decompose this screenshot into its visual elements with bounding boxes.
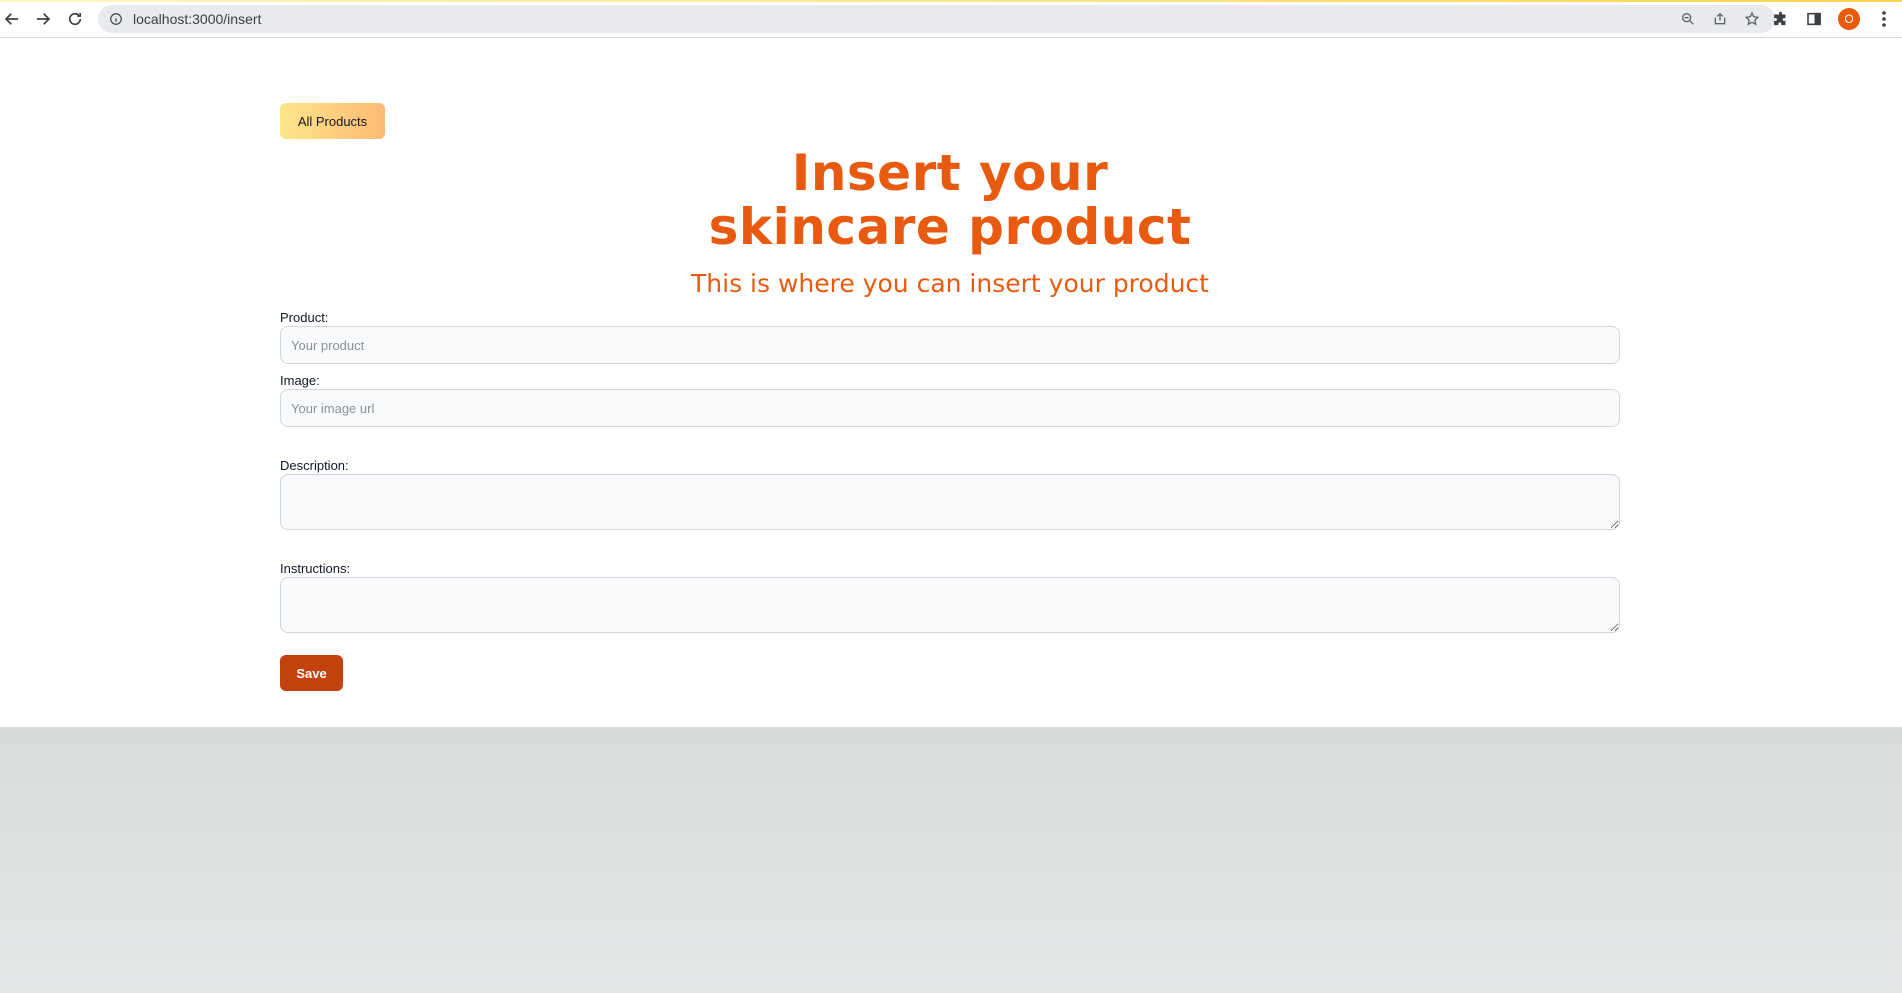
instructions-textarea[interactable] — [280, 577, 1620, 633]
product-input[interactable] — [280, 326, 1620, 364]
image-label: Image: — [280, 373, 320, 388]
page-title: Insert your skincare product — [280, 146, 1620, 254]
arrow-left-icon — [4, 13, 18, 25]
info-icon[interactable] — [109, 12, 123, 26]
url-text[interactable]: localhost:3000/insert — [133, 11, 261, 27]
arrow-right-icon — [37, 13, 51, 25]
page-loading-indicator — [0, 0, 1902, 2]
image-url-input[interactable] — [280, 389, 1620, 427]
star-icon[interactable] — [1743, 10, 1761, 28]
instructions-label: Instructions: — [280, 561, 351, 576]
page-footer-background — [0, 727, 1902, 993]
save-button[interactable]: Save — [280, 655, 343, 691]
profile-avatar[interactable]: O — [1838, 8, 1860, 30]
back-button[interactable] — [0, 7, 24, 31]
zoom-icon[interactable] — [1679, 10, 1697, 28]
page-subtitle: This is where you can insert your produc… — [691, 269, 1209, 298]
page-body: All Products Insert your skincare produc… — [0, 38, 1902, 727]
forward-button[interactable] — [31, 7, 55, 31]
browser-toolbar: localhost:3000/insert O — [0, 0, 1902, 38]
kebab-menu-icon[interactable] — [1874, 7, 1894, 31]
page-title-line2: skincare product — [708, 198, 1192, 256]
page-title-line1: Insert your — [791, 144, 1109, 202]
description-label: Description: — [280, 458, 349, 473]
reload-icon — [68, 12, 82, 26]
reload-button[interactable] — [63, 7, 87, 31]
product-label: Product: — [280, 310, 329, 325]
address-bar[interactable]: localhost:3000/insert — [98, 5, 1775, 33]
puzzle-icon[interactable] — [1770, 7, 1790, 31]
share-icon[interactable] — [1711, 10, 1729, 28]
side-panel-icon[interactable] — [1804, 7, 1824, 31]
description-textarea[interactable] — [280, 474, 1620, 530]
all-products-button[interactable]: All Products — [280, 103, 385, 139]
